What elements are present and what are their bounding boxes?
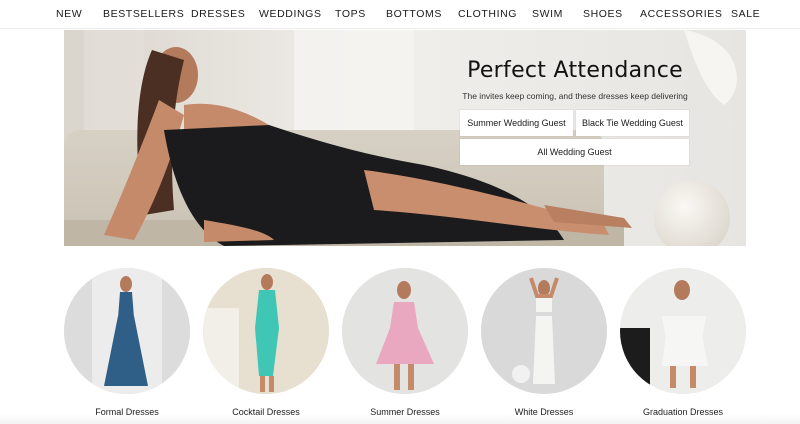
bottom-fade (0, 414, 800, 424)
hero-banner[interactable]: Perfect Attendance The invites keep comi… (64, 30, 746, 246)
all-wedding-guest-button[interactable]: All Wedding Guest (460, 139, 689, 165)
nav-item-tops[interactable]: TOPS (335, 8, 366, 20)
nav-item-dresses[interactable]: DRESSES (191, 8, 245, 20)
top-navigation: NEW BESTSELLERS DRESSES WEDDINGS TOPS BO… (0, 0, 800, 29)
hero-subtitle: The invites keep coming, and these dress… (462, 91, 688, 101)
category-cocktail-dresses[interactable]: Cocktail Dresses (203, 268, 329, 417)
nav-item-bottoms[interactable]: BOTTOMS (386, 8, 442, 20)
summer-wedding-guest-button[interactable]: Summer Wedding Guest (460, 110, 573, 136)
category-summer-dresses[interactable]: Summer Dresses (342, 268, 468, 417)
black-tie-wedding-guest-button[interactable]: Black Tie Wedding Guest (576, 110, 689, 136)
nav-item-clothing[interactable]: CLOTHING (458, 8, 517, 20)
category-image (481, 268, 607, 394)
nav-item-bestsellers[interactable]: BESTSELLERS (103, 8, 184, 20)
hero-title: Perfect Attendance (467, 58, 683, 83)
nav-item-new[interactable]: NEW (56, 8, 82, 20)
nav-item-weddings[interactable]: WEDDINGS (259, 8, 322, 20)
nav-item-accessories[interactable]: ACCESSORIES (640, 8, 722, 20)
nav-item-swim[interactable]: SWIM (532, 8, 563, 20)
category-image (342, 268, 468, 394)
category-graduation-dresses[interactable]: Graduation Dresses (620, 268, 746, 417)
category-white-dresses[interactable]: White Dresses (481, 268, 607, 417)
category-image (620, 268, 746, 394)
category-image (64, 268, 190, 394)
nav-item-shoes[interactable]: SHOES (583, 8, 623, 20)
category-formal-dresses[interactable]: Formal Dresses (64, 268, 190, 417)
category-image (203, 268, 329, 394)
nav-item-sale[interactable]: SALE (731, 8, 760, 20)
